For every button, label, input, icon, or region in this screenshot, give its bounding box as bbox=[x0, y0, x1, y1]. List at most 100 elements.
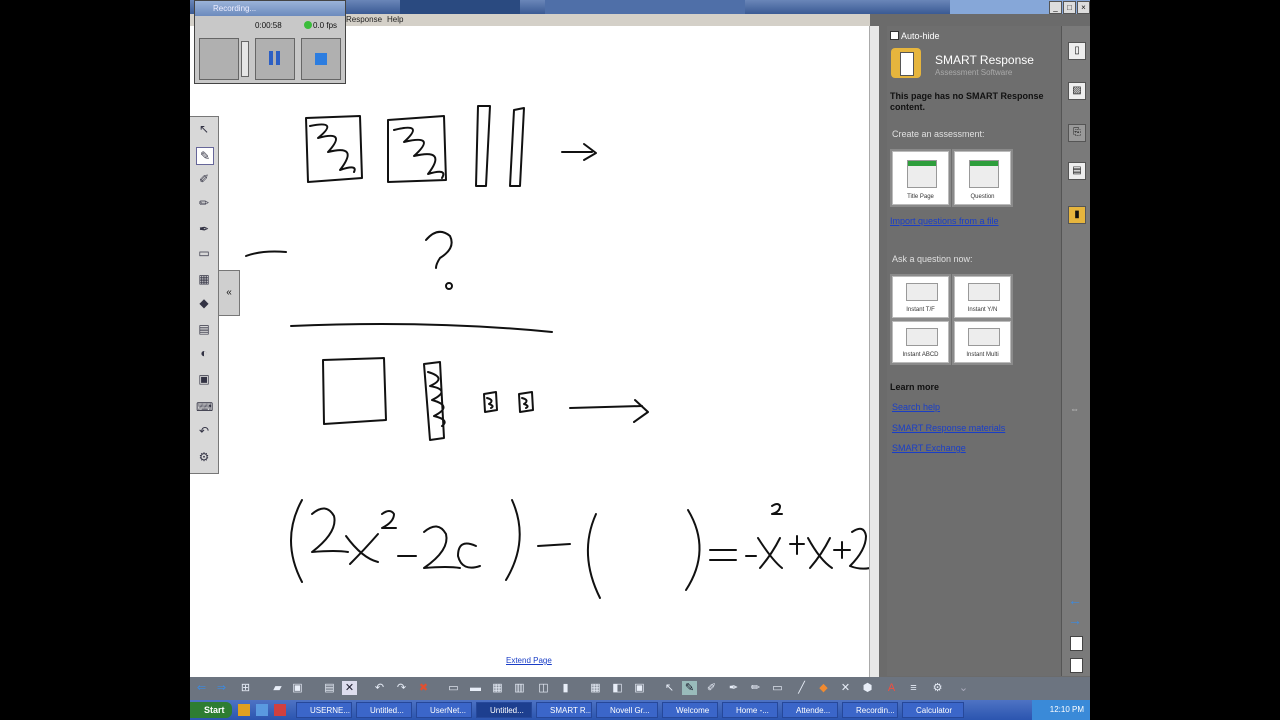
document-camera-icon[interactable]: ▮ bbox=[558, 681, 573, 695]
calculator-icon[interactable]: ▦ bbox=[196, 271, 212, 287]
delete-page-icon[interactable] bbox=[1070, 658, 1083, 673]
magic-pen-icon[interactable]: ✒ bbox=[196, 221, 212, 237]
dual-page-icon[interactable]: ▥ bbox=[512, 681, 527, 695]
smart-exchange-link[interactable]: SMART Exchange bbox=[892, 443, 966, 453]
text-icon[interactable]: A bbox=[884, 681, 899, 695]
instant-yn-card[interactable]: Instant Y/N bbox=[954, 276, 1011, 318]
smart-notebook-window: _ □ × Response Help Extend Page Recordin… bbox=[190, 0, 1090, 720]
eraser-icon[interactable]: ▭ bbox=[196, 245, 212, 261]
table-icon[interactable]: ▦ bbox=[588, 681, 603, 695]
move-panel-right-icon[interactable]: → bbox=[1068, 612, 1082, 628]
canvas-scrollbar[interactable] bbox=[869, 26, 879, 677]
attachments-toolbar-icon[interactable]: ▣ bbox=[632, 681, 647, 695]
whiteboard-canvas[interactable] bbox=[190, 26, 869, 677]
system-clock: 12:10 PM bbox=[1032, 700, 1090, 720]
question-card[interactable]: Question bbox=[954, 151, 1011, 205]
search-help-link[interactable]: Search help bbox=[892, 402, 940, 412]
fill-icon[interactable]: ⬢ bbox=[860, 681, 875, 695]
quick-launch-icon[interactable] bbox=[238, 704, 250, 716]
undo-toolbar-icon[interactable]: ↶ bbox=[372, 681, 387, 695]
stop-button[interactable] bbox=[301, 38, 341, 80]
spotlight-icon[interactable]: ◐ bbox=[196, 345, 212, 361]
collapse-toolbar-button[interactable]: « bbox=[218, 270, 240, 316]
quick-launch-icon[interactable] bbox=[274, 704, 286, 716]
menu-help[interactable]: Help bbox=[387, 15, 403, 24]
task-welcome[interactable]: Welcome bbox=[662, 702, 718, 718]
task-recording[interactable]: Recordin... bbox=[842, 702, 898, 718]
delete-icon[interactable]: ✕ bbox=[342, 681, 357, 695]
task-novell[interactable]: Novell Gr... bbox=[596, 702, 658, 718]
instant-abcd-card[interactable]: Instant ABCD bbox=[892, 321, 949, 363]
highlighter-toolbar-icon[interactable]: ✏ bbox=[748, 681, 763, 695]
capture-toolbar-icon[interactable]: ◫ bbox=[536, 681, 551, 695]
select-icon[interactable]: ↖ bbox=[196, 121, 212, 137]
gallery-icon[interactable]: ▨ bbox=[1068, 82, 1086, 100]
screen-shade-icon[interactable]: ▤ bbox=[196, 321, 212, 337]
instant-multi-card[interactable]: Instant Multi bbox=[954, 321, 1011, 363]
task-smart-response[interactable]: SMART R... bbox=[536, 702, 592, 718]
autohide-checkbox[interactable] bbox=[890, 31, 899, 40]
properties-toolbar-icon[interactable]: ≡ bbox=[906, 681, 921, 695]
title-page-card[interactable]: Title Page bbox=[892, 151, 949, 205]
task-home[interactable]: Home -... bbox=[722, 702, 778, 718]
line-icon[interactable]: ╱ bbox=[794, 681, 809, 695]
task-calculator[interactable]: Calculator bbox=[902, 702, 964, 718]
extend-page-link[interactable]: Extend Page bbox=[506, 656, 552, 665]
properties-icon[interactable]: ▤ bbox=[1068, 162, 1086, 180]
clear-icon[interactable]: ✖ bbox=[416, 681, 431, 695]
magic-pen-toolbar-icon[interactable]: ✒ bbox=[726, 681, 741, 695]
select-toolbar-icon[interactable]: ↖ bbox=[662, 681, 677, 695]
pen-toolbar-icon[interactable]: ✎ bbox=[682, 681, 697, 695]
paste-icon[interactable]: ▤ bbox=[322, 681, 337, 695]
create-assessment-label: Create an assessment: bbox=[892, 129, 985, 139]
panel-resize-icon[interactable]: ⇔ bbox=[1070, 404, 1079, 414]
regular-polygon-icon[interactable]: ✕ bbox=[838, 681, 853, 695]
task-untitled-1[interactable]: Untitled... bbox=[356, 702, 412, 718]
pen-icon[interactable]: ✎ bbox=[196, 147, 214, 165]
view-icon[interactable]: ▦ bbox=[490, 681, 505, 695]
pause-button[interactable] bbox=[255, 38, 295, 80]
add-page-toolbar-icon[interactable]: ⊞ bbox=[238, 681, 253, 695]
full-screen-icon[interactable]: ▭ bbox=[446, 681, 461, 695]
recorder-window: Recording... 0:00:58 0.0 fps bbox=[194, 0, 346, 84]
attachments-icon[interactable]: ⎘ bbox=[1068, 124, 1086, 142]
creative-pen-toolbar-icon[interactable]: ✐ bbox=[704, 681, 719, 695]
volume-slider[interactable] bbox=[241, 41, 249, 77]
move-panel-left-icon[interactable]: ← bbox=[1068, 592, 1082, 608]
instant-tf-card[interactable]: Instant T/F bbox=[892, 276, 949, 318]
next-page-icon[interactable]: ⇒ bbox=[214, 681, 229, 695]
previous-page-icon[interactable]: ⇐ bbox=[194, 681, 209, 695]
open-file-icon[interactable]: ▰ bbox=[270, 681, 285, 695]
response-tab-icon[interactable]: ▮ bbox=[1068, 206, 1086, 224]
import-questions-link[interactable]: Import questions from a file bbox=[890, 216, 999, 226]
keyboard-icon[interactable]: ⌨ bbox=[196, 399, 213, 415]
start-button[interactable]: Start bbox=[190, 702, 232, 718]
task-usernet-2[interactable]: UserNet... bbox=[416, 702, 472, 718]
response-materials-link[interactable]: SMART Response materials bbox=[892, 423, 1005, 433]
insert-icon[interactable]: ◧ bbox=[610, 681, 625, 695]
creative-pen-icon[interactable]: ✐ bbox=[196, 171, 212, 187]
minimize-button[interactable]: _ bbox=[1049, 1, 1062, 14]
add-page-icon[interactable] bbox=[1070, 636, 1083, 651]
redo-icon[interactable]: ↷ bbox=[394, 681, 409, 695]
maximize-button[interactable]: □ bbox=[1063, 1, 1076, 14]
highlighter-icon[interactable]: ✏ bbox=[196, 195, 212, 211]
shapes-toolbar-icon[interactable]: ◆ bbox=[816, 681, 831, 695]
capture-icon[interactable]: ▣ bbox=[196, 371, 212, 387]
quick-launch-icon[interactable] bbox=[256, 704, 268, 716]
settings-icon[interactable]: ⚙ bbox=[196, 449, 212, 465]
screen-shade-toolbar-icon[interactable]: ▬ bbox=[468, 681, 483, 695]
page-sorter-icon[interactable]: ▯ bbox=[1068, 42, 1086, 60]
save-icon[interactable]: ▣ bbox=[290, 681, 305, 695]
close-button[interactable]: × bbox=[1077, 1, 1090, 14]
record-button[interactable] bbox=[199, 38, 239, 80]
task-usernet[interactable]: USERNE... bbox=[296, 702, 352, 718]
task-untitled-2[interactable]: Untitled... bbox=[476, 702, 532, 718]
menu-response[interactable]: Response bbox=[346, 15, 382, 24]
undo-icon[interactable]: ↶ bbox=[196, 423, 212, 439]
toolbar-expand-icon[interactable]: ⌄ bbox=[956, 681, 971, 695]
shapes-icon[interactable]: ◆ bbox=[196, 295, 212, 311]
eraser-toolbar-icon[interactable]: ▭ bbox=[770, 681, 785, 695]
toolbar-settings-icon[interactable]: ⚙ bbox=[930, 681, 945, 695]
task-attendee[interactable]: Attende... bbox=[782, 702, 838, 718]
